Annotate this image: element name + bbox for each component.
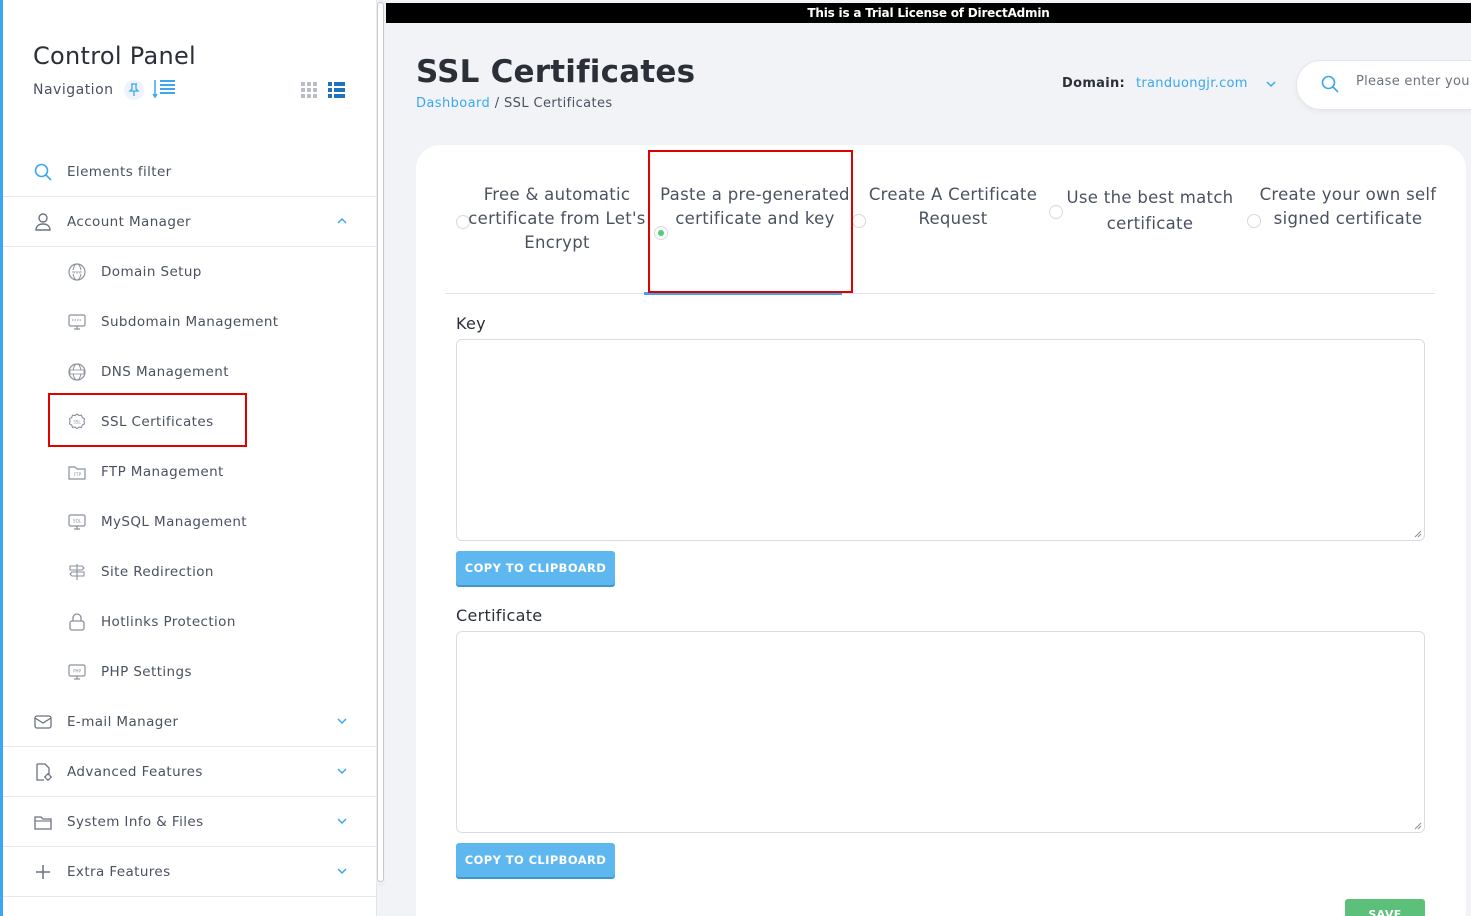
trial-license-banner: This is a Trial License of DirectAdmin <box>386 3 1471 23</box>
pin-icon[interactable] <box>123 80 144 100</box>
chevron-up-icon[interactable] <box>336 215 348 227</box>
sidebar-item-php-settings[interactable]: PHP PHP Settings <box>3 647 376 697</box>
sidebar-group-account-manager[interactable]: Account Manager <box>3 197 376 247</box>
page-title: SSL Certificates <box>416 54 696 90</box>
chevron-down-icon[interactable] <box>336 715 348 727</box>
sidebar-group-email-manager[interactable]: E-mail Manager <box>3 697 376 747</box>
search-icon[interactable] <box>1321 75 1339 93</box>
detailed-list-icon[interactable] <box>328 82 345 103</box>
sidebar-group-label: System Info & Files <box>67 813 204 830</box>
signpost-icon <box>68 563 86 581</box>
sidebar-group-extra-features[interactable]: Extra Features <box>3 847 376 897</box>
svg-text:SQL: SQL <box>73 519 82 524</box>
options-divider <box>445 293 1435 294</box>
advanced-file-icon <box>34 762 52 781</box>
view-toggle <box>301 82 345 103</box>
ftp-folder-icon: FTP <box>68 463 86 481</box>
sidebar-item-label: DNS Management <box>101 364 229 380</box>
lock-icon <box>68 613 86 631</box>
option-best-match[interactable]: Use the best match certificate <box>1050 185 1250 237</box>
sidebar-group-label: Extra Features <box>67 863 171 880</box>
key-label: Key <box>456 314 486 333</box>
selected-option-underline <box>644 292 842 295</box>
sidebar-item-subdomain-management[interactable]: Subdomain Management <box>3 297 376 347</box>
sidebar-group-label: Advanced Features <box>67 763 203 780</box>
plus-icon <box>34 863 52 881</box>
key-textarea[interactable] <box>456 339 1425 541</box>
sidebar-group-system-info[interactable]: System Info & Files <box>3 797 376 847</box>
option-self-signed[interactable]: Create your own self signed certificate <box>1248 183 1448 231</box>
sidebar: Control Panel Navigation Elements filter… <box>0 0 377 916</box>
sidebar-item-label: Subdomain Management <box>101 314 279 330</box>
chevron-down-icon[interactable] <box>336 815 348 827</box>
scrollbar-thumb[interactable] <box>377 2 384 882</box>
folder-icon <box>34 813 52 831</box>
certificate-label: Certificate <box>456 606 543 625</box>
sql-monitor-icon: SQL <box>68 513 86 531</box>
ssl-badge-icon: SSL <box>68 413 86 431</box>
chevron-down-icon[interactable] <box>1265 79 1277 89</box>
sidebar-item-label: MySQL Management <box>101 514 247 530</box>
sidebar-scrollbar[interactable] <box>376 0 385 886</box>
grid-view-icon[interactable] <box>301 82 318 103</box>
domain-selector[interactable]: tranduongjr.com <box>1136 76 1248 91</box>
sidebar-item-label: FTP Management <box>101 464 224 480</box>
certificate-textarea[interactable] <box>456 631 1425 833</box>
sidebar-title: Control Panel <box>33 42 197 70</box>
sidebar-item-label: SSL Certificates <box>101 414 214 430</box>
breadcrumb-separator: / <box>494 96 500 111</box>
sidebar-item-dns-management[interactable]: DNS Management <box>3 347 376 397</box>
breadcrumb-current: SSL Certificates <box>504 96 613 111</box>
save-button[interactable]: SAVE <box>1345 899 1425 916</box>
sidebar-nav-row: Navigation <box>33 80 176 100</box>
copy-key-button[interactable]: COPY TO CLIPBOARD <box>456 551 615 585</box>
sidebar-item-ftp-management[interactable]: FTP FTP Management <box>3 447 376 497</box>
sidebar-item-label: Hotlinks Protection <box>101 614 236 630</box>
option-paste-certificate[interactable]: Paste a pre-generated certificate and ke… <box>655 183 855 231</box>
chevron-down-icon[interactable] <box>336 765 348 777</box>
dns-globe-icon <box>68 363 86 381</box>
user-icon <box>34 212 52 231</box>
svg-text:FTP: FTP <box>74 472 82 477</box>
sidebar-item-label: PHP Settings <box>101 664 192 680</box>
elements-filter-label: Elements filter <box>67 163 172 180</box>
svg-text:SSL: SSL <box>73 420 81 425</box>
sidebar-item-domain-setup[interactable]: www Domain Setup <box>3 247 376 297</box>
resize-grip-icon[interactable] <box>1414 822 1422 830</box>
sidebar-group-label: E-mail Manager <box>67 713 179 730</box>
resize-grip-icon[interactable] <box>1414 530 1422 538</box>
domain-label: Domain: <box>1062 76 1126 91</box>
sidebar-group-advanced-features[interactable]: Advanced Features <box>3 747 376 797</box>
navigation-label: Navigation <box>33 82 114 98</box>
elements-filter[interactable]: Elements filter <box>3 147 376 197</box>
sidebar-group-label: Account Manager <box>67 213 191 230</box>
option-certificate-request[interactable]: Create A Certificate Request <box>853 183 1053 231</box>
sidebar-item-label: Domain Setup <box>101 264 202 280</box>
breadcrumb: Dashboard / SSL Certificates <box>416 96 613 111</box>
svg-text:www: www <box>72 270 83 275</box>
breadcrumb-dashboard-link[interactable]: Dashboard <box>416 96 490 111</box>
mail-icon <box>34 713 52 731</box>
www-globe-icon: www <box>68 263 86 281</box>
sidebar-item-ssl-certificates[interactable]: SSL SSL Certificates <box>3 397 376 447</box>
copy-certificate-button[interactable]: COPY TO CLIPBOARD <box>456 843 615 877</box>
sidebar-item-site-redirection[interactable]: Site Redirection <box>3 547 376 597</box>
sidebar-item-label: Site Redirection <box>101 564 214 580</box>
subdomain-monitor-icon <box>68 313 86 331</box>
php-monitor-icon: PHP <box>68 663 86 681</box>
list-view-icon[interactable] <box>151 78 176 102</box>
svg-text:PHP: PHP <box>73 669 81 674</box>
option-lets-encrypt[interactable]: Free & automatic certificate from Let's … <box>457 183 657 255</box>
chevron-down-icon[interactable] <box>336 865 348 877</box>
search-input[interactable] <box>1356 74 1471 89</box>
search-icon <box>34 163 52 181</box>
sidebar-item-mysql-management[interactable]: SQL MySQL Management <box>3 497 376 547</box>
sidebar-item-hotlinks-protection[interactable]: Hotlinks Protection <box>3 597 376 647</box>
